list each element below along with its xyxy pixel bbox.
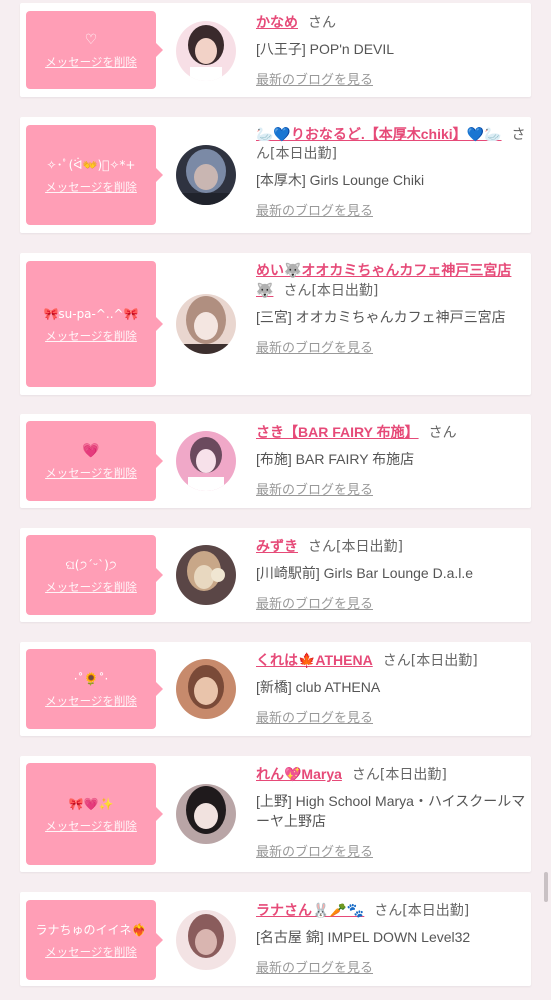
shop-name: [八王子] POP'n DEVIL — [256, 41, 395, 57]
name-line: くれは🍁ATHENA さん[本日出勤] — [256, 651, 526, 671]
shop-name: [布施] BAR FAIRY 布施店 — [256, 451, 415, 467]
cast-name-link[interactable]: 🦢💙りおなるど.【本厚木chiki】💙🦢 — [256, 126, 502, 142]
status-badge: [本日出勤] — [270, 146, 337, 162]
message-text: 💗 — [82, 443, 100, 459]
scrollbar[interactable] — [544, 872, 548, 902]
shop-name: [三宮] オオカミちゃんカフェ神戸三宮店 — [256, 309, 506, 325]
message-text: ♡ — [84, 32, 98, 48]
avatar-image — [176, 145, 236, 205]
status-badge: [本日出勤] — [311, 283, 379, 299]
avatar[interactable] — [176, 910, 236, 970]
honorific: さん — [308, 15, 336, 31]
latest-blog-link[interactable]: 最新のブログを見る — [256, 957, 373, 976]
name-line: めい🐺オオカミちゃんカフェ神戸三宮店🐺 さん[本日出勤] — [256, 261, 526, 301]
latest-blog-link[interactable]: 最新のブログを見る — [256, 593, 373, 612]
list-item: ラナちゅのイイネ❤️‍🔥 メッセージを削除 ラナさん🐰🥕🐾 さん[本日出勤] [名… — [20, 892, 531, 986]
avatar[interactable] — [176, 21, 236, 81]
delete-message-link[interactable]: メッセージを削除 — [45, 54, 137, 70]
shop-name: [本厚木] Girls Lounge Chiki — [256, 172, 425, 188]
message-text: 🎀💗✨ — [68, 797, 114, 811]
honorific: さん — [351, 767, 380, 783]
honorific: さん — [382, 653, 411, 669]
shop-name: [川崎駅前] Girls Bar Lounge D.a.l.e — [256, 565, 474, 581]
avatar[interactable] — [176, 659, 236, 719]
message-bubble: ✧･ﾟ(ᐛ👐)ﾟ✧*+ メッセージを削除 — [26, 125, 163, 225]
list-item: ଘ(੭ˊᵕˋ)੭ メッセージを削除 みずき さん[本日出勤] [川崎駅前] Gir… — [20, 528, 531, 622]
status-badge: [本日出勤] — [410, 653, 478, 669]
delete-message-link[interactable]: メッセージを削除 — [45, 579, 137, 595]
list-item: ·˚🌻˚· メッセージを削除 くれは🍁ATHENA さん[本日出勤] [新橋] c… — [20, 642, 531, 736]
latest-blog-link[interactable]: 最新のブログを見る — [256, 841, 373, 860]
cast-name-link[interactable]: みずき — [256, 538, 298, 554]
name-line: れん💖Marya さん[本日出勤] — [256, 765, 526, 785]
latest-blog-link[interactable]: 最新のブログを見る — [256, 69, 373, 88]
delete-message-link[interactable]: メッセージを削除 — [45, 818, 137, 834]
message-bubble: ·˚🌻˚· メッセージを削除 — [26, 649, 163, 729]
avatar[interactable] — [176, 145, 236, 205]
latest-blog-link[interactable]: 最新のブログを見る — [256, 479, 373, 498]
message-bubble: 🎀💗✨ メッセージを削除 — [26, 763, 163, 865]
cast-name-link[interactable]: かなめ — [256, 14, 298, 30]
cast-name-link[interactable]: さき【BAR FAIRY 布施】 — [256, 424, 419, 440]
message-text: ଘ(੭ˊᵕˋ)੭ — [65, 558, 117, 572]
list-item: 💗 メッセージを削除 さき【BAR FAIRY 布施】 さん [布施] BAR F… — [20, 414, 531, 508]
message-bubble: ♡ メッセージを削除 — [26, 11, 163, 89]
avatar[interactable] — [176, 545, 236, 605]
avatar[interactable] — [176, 784, 236, 844]
message-bubble: ラナちゅのイイネ❤️‍🔥 メッセージを削除 — [26, 900, 163, 980]
name-line: 🦢💙りおなるど.【本厚木chiki】💙🦢 さん[本日出勤] — [256, 125, 526, 164]
delete-message-link[interactable]: メッセージを削除 — [45, 179, 137, 195]
cast-name-link[interactable]: くれは🍁ATHENA — [256, 652, 373, 668]
avatar-image — [176, 431, 236, 491]
name-line: かなめ さん — [256, 13, 526, 33]
avatar-image — [176, 545, 236, 605]
honorific: さん — [428, 425, 457, 441]
message-bubble: ଘ(੭ˊᵕˋ)੭ メッセージを削除 — [26, 535, 163, 615]
avatar-image — [176, 294, 236, 354]
honorific: さん — [308, 539, 336, 555]
avatar[interactable] — [176, 294, 236, 354]
message-text: 🎀su-pa-^..^🎀 — [43, 307, 139, 321]
delete-message-link[interactable]: メッセージを削除 — [45, 693, 137, 709]
latest-blog-link[interactable]: 最新のブログを見る — [256, 337, 373, 356]
name-line: ラナさん🐰🥕🐾 さん[本日出勤] — [256, 901, 526, 921]
name-line: みずき さん[本日出勤] — [256, 537, 526, 557]
avatar-image — [176, 21, 236, 81]
list-item: 🎀su-pa-^..^🎀 メッセージを削除 めい🐺オオカミちゃんカフェ神戸三宮店… — [20, 253, 531, 395]
latest-blog-link[interactable]: 最新のブログを見る — [256, 707, 373, 726]
cast-name-link[interactable]: れん💖Marya — [256, 766, 342, 782]
delete-message-link[interactable]: メッセージを削除 — [45, 465, 137, 481]
shop-name: [新橋] club ATHENA — [256, 679, 381, 695]
delete-message-link[interactable]: メッセージを削除 — [45, 328, 137, 344]
status-badge: [本日出勤] — [336, 539, 403, 555]
honorific: さん — [374, 903, 403, 919]
list-item: 🎀💗✨ メッセージを削除 れん💖Marya さん[本日出勤] [上野] High … — [20, 756, 531, 872]
status-badge: [本日出勤] — [379, 767, 447, 783]
list-item: ♡ メッセージを削除 かなめ さん [八王子] POP'n DEVIL 最新のブロ… — [20, 3, 531, 97]
avatar[interactable] — [176, 431, 236, 491]
shop-name: [名古屋 錦] IMPEL DOWN Level32 — [256, 929, 471, 945]
honorific: さん — [283, 283, 312, 299]
message-text: ラナちゅのイイネ❤️‍🔥 — [35, 923, 147, 937]
latest-blog-link[interactable]: 最新のブログを見る — [256, 200, 373, 219]
shop-name: [上野] High School Marya・ハイスクールマーヤ上野店 — [256, 793, 526, 829]
cast-name-link[interactable]: ラナさん🐰🥕🐾 — [256, 902, 364, 918]
status-badge: [本日出勤] — [402, 903, 470, 919]
delete-message-link[interactable]: メッセージを削除 — [45, 944, 137, 960]
list-item: ✧･ﾟ(ᐛ👐)ﾟ✧*+ メッセージを削除 🦢💙りおなるど.【本厚木chiki】💙… — [20, 117, 531, 233]
avatar-image — [176, 910, 236, 970]
avatar-image — [176, 659, 236, 719]
avatar-image — [176, 784, 236, 844]
name-line: さき【BAR FAIRY 布施】 さん — [256, 423, 526, 443]
message-text: ✧･ﾟ(ᐛ👐)ﾟ✧*+ — [46, 158, 136, 172]
message-text: ·˚🌻˚· — [73, 672, 109, 686]
message-bubble: 💗 メッセージを削除 — [26, 421, 163, 501]
message-bubble: 🎀su-pa-^..^🎀 メッセージを削除 — [26, 261, 163, 387]
